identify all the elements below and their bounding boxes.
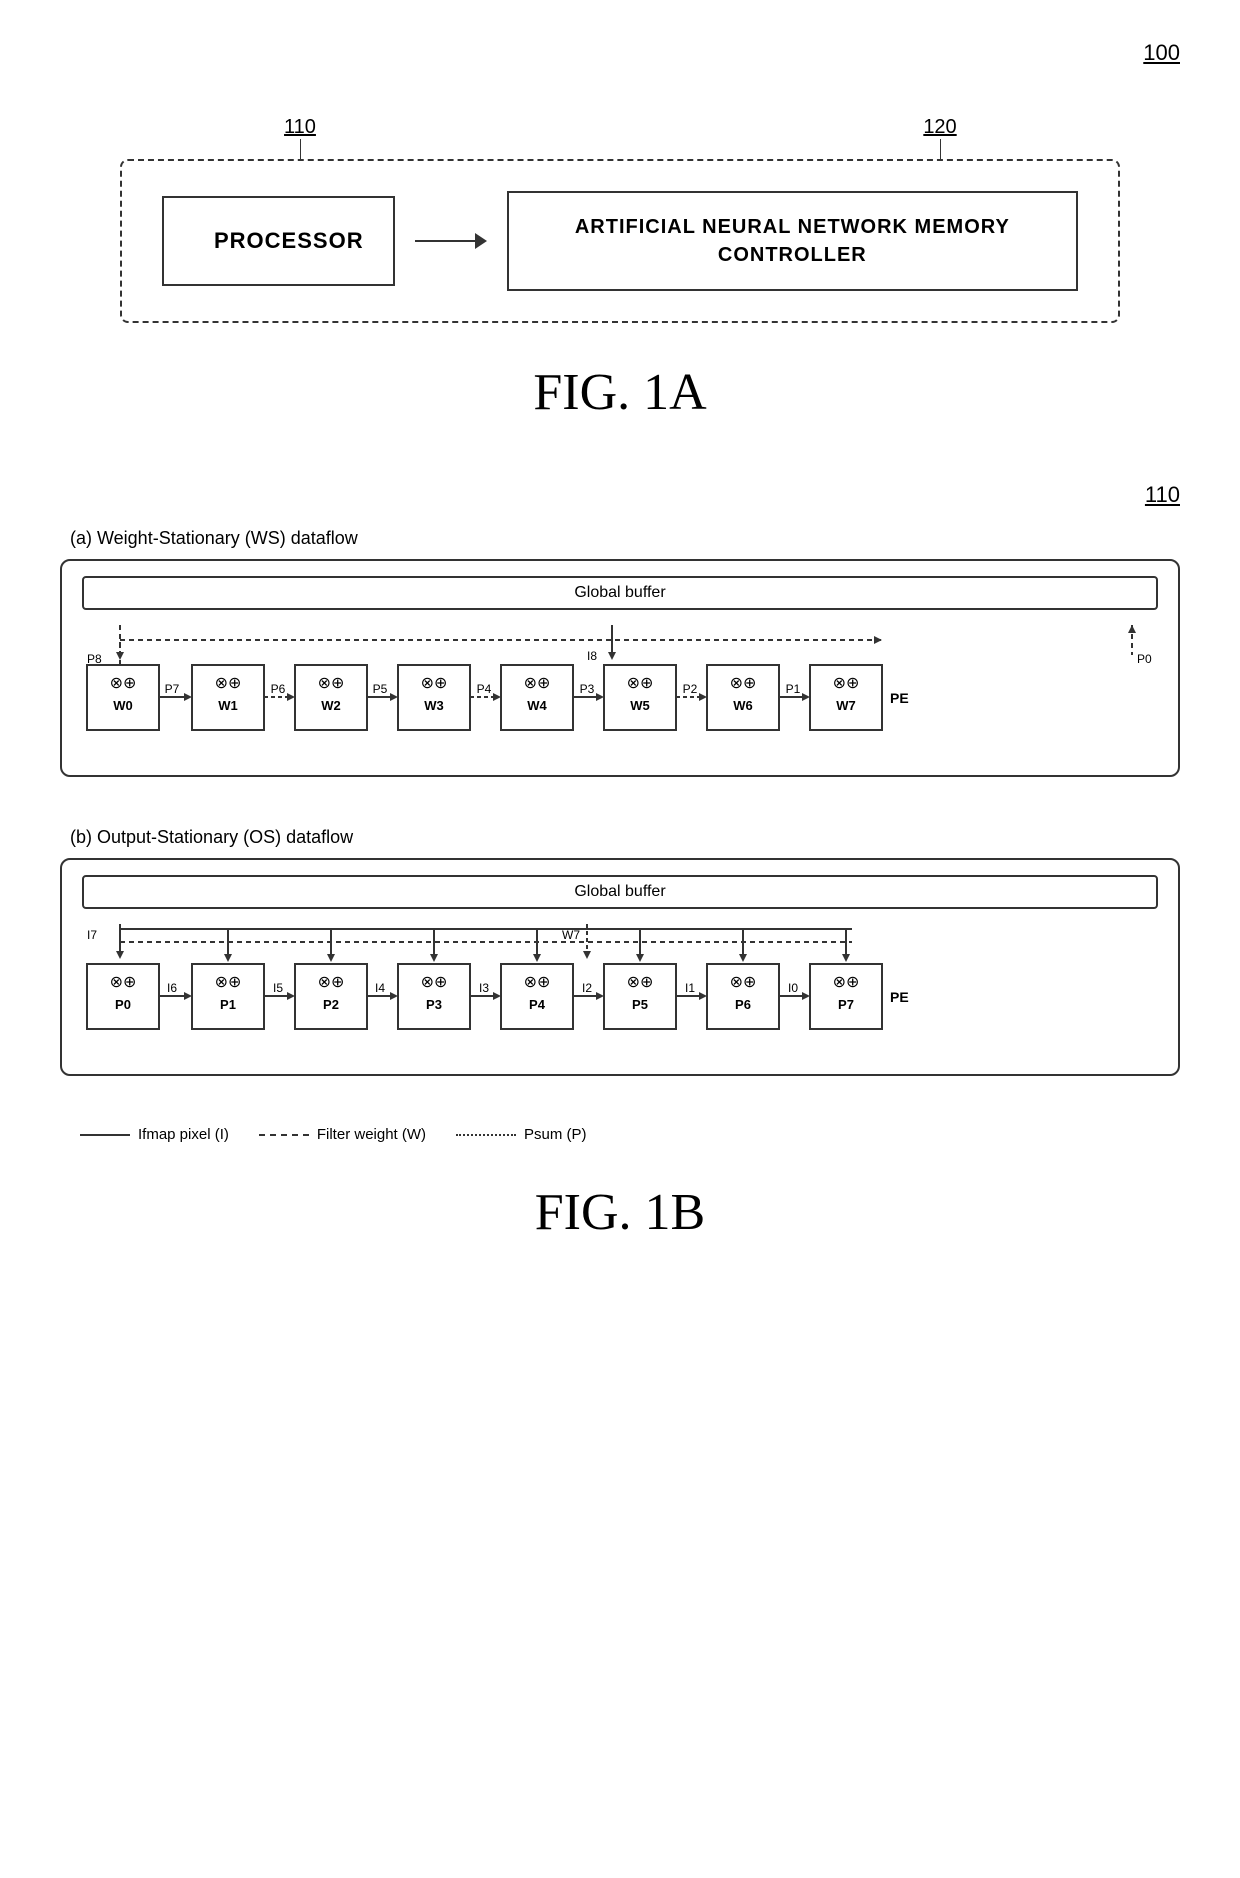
svg-text:⊗⊕: ⊗⊕ [215, 974, 242, 991]
svg-text:⊗⊕: ⊗⊕ [421, 675, 448, 692]
processor-to-ann-arrow [415, 233, 487, 249]
svg-text:P0: P0 [1137, 652, 1152, 666]
fig1a-section: 100 110 120 PROCESSOR [60, 40, 1180, 422]
svg-text:W7: W7 [562, 928, 580, 942]
svg-text:W3: W3 [424, 698, 444, 713]
fig1b-caption: FIG. 1B [60, 1183, 1180, 1242]
legend-solid-line [80, 1134, 130, 1136]
legend-dashed-line [259, 1134, 309, 1136]
svg-text:W0: W0 [113, 698, 133, 713]
svg-text:⊗⊕: ⊗⊕ [730, 675, 757, 692]
svg-text:P2: P2 [683, 682, 698, 696]
svg-text:W1: W1 [218, 698, 238, 713]
svg-text:P4: P4 [477, 682, 492, 696]
legend-ifmap: Ifmap pixel (I) [80, 1126, 229, 1143]
svg-text:⊗⊕: ⊗⊕ [318, 974, 345, 991]
svg-text:I1: I1 [685, 981, 695, 995]
svg-text:W7: W7 [836, 698, 856, 713]
legend-filter-label: Filter weight (W) [317, 1126, 426, 1143]
svg-text:P5: P5 [632, 997, 648, 1012]
svg-text:W4: W4 [527, 698, 547, 713]
svg-text:⊗⊕: ⊗⊕ [524, 974, 551, 991]
svg-text:I7: I7 [87, 928, 97, 942]
os-diagram-svg: I7 W7 [82, 924, 1158, 1054]
svg-text:PE: PE [890, 989, 909, 1005]
svg-text:⊗⊕: ⊗⊕ [524, 675, 551, 692]
legend-psum: Psum (P) [456, 1126, 587, 1143]
ws-global-buffer: Global buffer [82, 576, 1158, 610]
os-global-buffer: Global buffer [82, 875, 1158, 909]
svg-text:⊗⊕: ⊗⊕ [421, 974, 448, 991]
legend: Ifmap pixel (I) Filter weight (W) Psum (… [80, 1126, 1180, 1143]
svg-text:⊗⊕: ⊗⊕ [627, 675, 654, 692]
os-label: (b) Output-Stationary (OS) dataflow [70, 827, 1180, 848]
fig1a-caption: FIG. 1A [60, 363, 1180, 422]
svg-text:I0: I0 [788, 981, 798, 995]
outer-system-box: PROCESSOR ARTIFICIAL NEURAL NETWORK MEMO… [120, 159, 1120, 323]
svg-text:P6: P6 [271, 682, 286, 696]
svg-text:P1: P1 [220, 997, 236, 1012]
svg-text:P5: P5 [373, 682, 388, 696]
svg-text:I3: I3 [479, 981, 489, 995]
ws-dataflow-container: Global buffer [60, 559, 1180, 777]
svg-text:⊗⊕: ⊗⊕ [110, 974, 137, 991]
svg-text:I4: I4 [375, 981, 385, 995]
label-110: 110 [284, 116, 316, 139]
processor-box: PROCESSOR [162, 196, 395, 286]
ws-label: (a) Weight-Stationary (WS) dataflow [70, 528, 1180, 549]
svg-text:PE: PE [890, 690, 909, 706]
svg-text:P4: P4 [529, 997, 546, 1012]
svg-text:P7: P7 [838, 997, 854, 1012]
svg-text:I6: I6 [167, 981, 177, 995]
label-120: 120 [923, 116, 956, 139]
svg-text:W5: W5 [630, 698, 650, 713]
page-container: 100 110 120 PROCESSOR [0, 0, 1240, 1878]
svg-text:W6: W6 [733, 698, 753, 713]
svg-text:P3: P3 [426, 997, 442, 1012]
svg-text:P1: P1 [786, 682, 801, 696]
svg-text:⊗⊕: ⊗⊕ [627, 974, 654, 991]
svg-text:⊗⊕: ⊗⊕ [833, 675, 860, 692]
svg-text:P8: P8 [87, 652, 102, 666]
svg-text:I2: I2 [582, 981, 592, 995]
legend-ifmap-label: Ifmap pixel (I) [138, 1126, 229, 1143]
svg-text:P7: P7 [165, 682, 180, 696]
svg-text:P6: P6 [735, 997, 751, 1012]
ann-memory-controller-box: ARTIFICIAL NEURAL NETWORK MEMORY CONTROL… [507, 191, 1078, 291]
svg-text:W2: W2 [321, 698, 341, 713]
legend-psum-label: Psum (P) [524, 1126, 587, 1143]
svg-text:P0: P0 [115, 997, 131, 1012]
figure-number-100: 100 [60, 40, 1180, 66]
fig1b-section: 110 (a) Weight-Stationary (WS) dataflow … [60, 482, 1180, 1242]
svg-text:P3: P3 [580, 682, 595, 696]
svg-text:⊗⊕: ⊗⊕ [730, 974, 757, 991]
svg-text:I8: I8 [587, 649, 597, 663]
legend-dotted-line [456, 1134, 516, 1136]
svg-text:I5: I5 [273, 981, 283, 995]
legend-filter: Filter weight (W) [259, 1126, 426, 1143]
svg-text:⊗⊕: ⊗⊕ [833, 974, 860, 991]
os-dataflow-container: Global buffer I7 W7 [60, 858, 1180, 1076]
ws-diagram-svg: ⊗⊕ W0 P7 ⊗⊕ W1 P6 ⊗⊕ [82, 625, 1158, 755]
figure-number-110-label: 110 [60, 482, 1180, 508]
svg-text:⊗⊕: ⊗⊕ [110, 675, 137, 692]
svg-text:⊗⊕: ⊗⊕ [215, 675, 242, 692]
svg-text:P2: P2 [323, 997, 339, 1012]
svg-text:⊗⊕: ⊗⊕ [318, 675, 345, 692]
